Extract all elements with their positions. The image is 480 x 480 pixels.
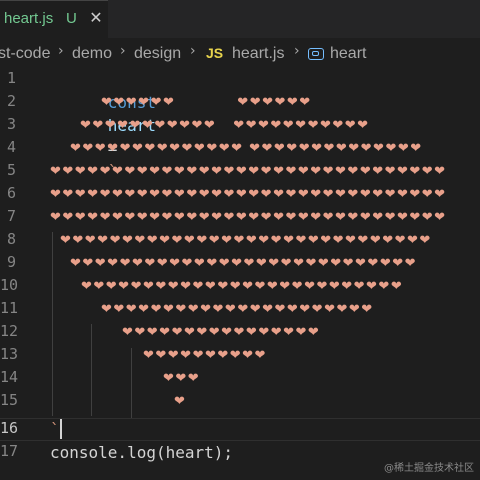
close-icon[interactable]: ✕ — [88, 9, 104, 27]
line-number: 12 — [0, 322, 19, 340]
heart-row: ❤❤❤❤❤❤ ❤❤❤❤❤❤ — [101, 95, 312, 110]
breadcrumb-item-symbol[interactable]: heart — [330, 45, 366, 63]
js-file-icon: JS — [206, 45, 224, 61]
code-line-12: 12 ❤❤❤❤❤❤❤❤❤❤❤❤❤❤❤❤ — [0, 321, 480, 344]
console-log-statement: console.log(heart); — [50, 443, 234, 462]
heart-row: ❤❤❤❤❤❤❤❤❤❤❤❤❤❤❤❤❤❤❤❤❤❤❤❤❤❤❤❤❤❤❤❤ — [50, 210, 447, 225]
line-number: 15 — [0, 391, 19, 409]
code-line-8: 8 ❤❤❤❤❤❤❤❤❤❤❤❤❤❤❤❤❤❤❤❤❤❤❤❤❤❤❤❤❤❤ — [0, 229, 480, 252]
tab-label: heart.js — [4, 10, 54, 27]
tab-bar: heart.js U ✕ — [0, 0, 480, 38]
text-cursor — [60, 419, 62, 439]
line-number: 1 — [6, 69, 16, 87]
code-line-2: 2 ❤❤❤❤❤❤ ❤❤❤❤❤❤ — [0, 91, 480, 114]
line-number: 6 — [6, 184, 16, 202]
code-line-3: 3 ❤❤❤❤❤❤❤❤❤❤❤ ❤❤❤❤❤❤❤❤❤❤❤ — [0, 114, 480, 137]
tab-heart-js[interactable]: heart.js U ✕ — [0, 0, 108, 38]
breadcrumb-item-file[interactable]: heart.js — [232, 45, 284, 63]
line-number: 11 — [0, 299, 19, 317]
heart-row: ❤❤❤ — [163, 371, 201, 386]
git-untracked-badge: U — [66, 10, 77, 27]
code-line-15: 15 ❤ — [0, 390, 480, 413]
code-line-13: 13 ❤❤❤❤❤❤❤❤❤❤ — [0, 344, 480, 367]
code-line-7: 7 ❤❤❤❤❤❤❤❤❤❤❤❤❤❤❤❤❤❤❤❤❤❤❤❤❤❤❤❤❤❤❤❤ — [0, 206, 480, 229]
chevron-right-icon: › — [58, 43, 64, 59]
watermark: @稀土掘金技术社区 — [384, 463, 474, 474]
heart-row: ❤❤❤❤❤❤❤❤❤❤❤❤❤❤❤❤❤❤❤❤❤❤❤❤❤❤❤❤❤❤❤❤ — [50, 187, 447, 202]
line-number: 8 — [6, 230, 16, 248]
line-number: 14 — [0, 368, 19, 386]
code-line-9: 9 ❤❤❤❤❤❤❤❤❤❤❤❤❤❤❤❤❤❤❤❤❤❤❤❤❤❤❤❤ — [0, 252, 480, 275]
code-line-5: 5 ❤❤❤❤❤❤❤❤❤❤❤❤❤❤❤❤❤❤❤❤❤❤❤❤❤❤❤❤❤❤❤❤ — [0, 160, 480, 183]
variable-symbol-icon — [308, 48, 324, 60]
line-number: 16 — [0, 419, 19, 437]
breadcrumb-item-folder[interactable]: st-code — [0, 45, 50, 63]
code-line-14: 14 ❤❤❤ — [0, 367, 480, 390]
code-line-10: 10 ❤❤❤❤❤❤❤❤❤❤❤❤❤❤❤❤❤❤❤❤❤❤❤❤❤❤ — [0, 275, 480, 298]
code-line-16: 16 ` — [0, 418, 480, 441]
heart-row: ❤❤❤❤❤❤❤❤❤❤ — [143, 348, 267, 363]
heart-row: ❤❤❤❤❤❤❤❤❤❤❤❤❤❤❤❤❤❤❤❤❤❤❤❤❤❤❤❤ — [70, 256, 417, 271]
heart-row: ❤❤❤❤❤❤❤❤❤❤❤❤❤❤❤❤ — [122, 325, 321, 340]
line-number: 13 — [0, 345, 19, 363]
breadcrumb-item-demo[interactable]: demo — [72, 45, 112, 63]
line-number: 3 — [6, 115, 16, 133]
heart-row: ❤❤❤❤❤❤❤❤❤❤❤❤❤❤❤❤❤❤❤❤❤❤❤❤❤❤ — [81, 279, 404, 294]
heart-row: ❤❤❤❤❤❤❤❤❤❤❤❤❤❤ ❤❤❤❤❤❤❤❤❤❤❤❤❤❤ — [70, 141, 423, 156]
chevron-right-icon: › — [120, 43, 126, 59]
line-number: 4 — [6, 138, 16, 156]
heart-row: ❤❤❤❤❤❤❤❤❤❤❤❤❤❤❤❤❤❤❤❤❤❤ — [101, 302, 374, 317]
line-number: 10 — [0, 276, 19, 294]
code-editor[interactable]: 1 const heart = ` 2 ❤❤❤❤❤❤ ❤❤❤❤❤❤ 3 ❤❤❤❤… — [0, 68, 480, 468]
heart-row: ❤❤❤❤❤❤❤❤❤❤❤ ❤❤❤❤❤❤❤❤❤❤❤ — [80, 118, 370, 133]
line-number: 9 — [6, 253, 16, 271]
breadcrumb-item-design[interactable]: design — [134, 45, 181, 63]
chevron-right-icon: › — [294, 43, 300, 59]
line-number: 17 — [0, 442, 19, 460]
code-line-11: 11 ❤❤❤❤❤❤❤❤❤❤❤❤❤❤❤❤❤❤❤❤❤❤ — [0, 298, 480, 321]
heart-row: ❤❤❤❤❤❤❤❤❤❤❤❤❤❤❤❤❤❤❤❤❤❤❤❤❤❤❤❤❤❤ — [60, 233, 432, 248]
line-number: 5 — [6, 161, 16, 179]
breadcrumb: st-code › demo › design › JS heart.js › … — [0, 42, 480, 68]
code-line-1: 1 const heart = ` — [0, 68, 480, 181]
chevron-right-icon: › — [190, 43, 196, 59]
template-close-tick: ` — [50, 420, 60, 439]
line-number: 7 — [6, 207, 16, 225]
heart-row: ❤❤❤❤❤❤❤❤❤❤❤❤❤❤❤❤❤❤❤❤❤❤❤❤❤❤❤❤❤❤❤❤ — [50, 164, 447, 179]
code-line-6: 6 ❤❤❤❤❤❤❤❤❤❤❤❤❤❤❤❤❤❤❤❤❤❤❤❤❤❤❤❤❤❤❤❤ — [0, 183, 480, 206]
heart-row: ❤ — [174, 394, 187, 409]
line-number: 2 — [6, 92, 16, 110]
code-line-4: 4 ❤❤❤❤❤❤❤❤❤❤❤❤❤❤ ❤❤❤❤❤❤❤❤❤❤❤❤❤❤ — [0, 137, 480, 160]
